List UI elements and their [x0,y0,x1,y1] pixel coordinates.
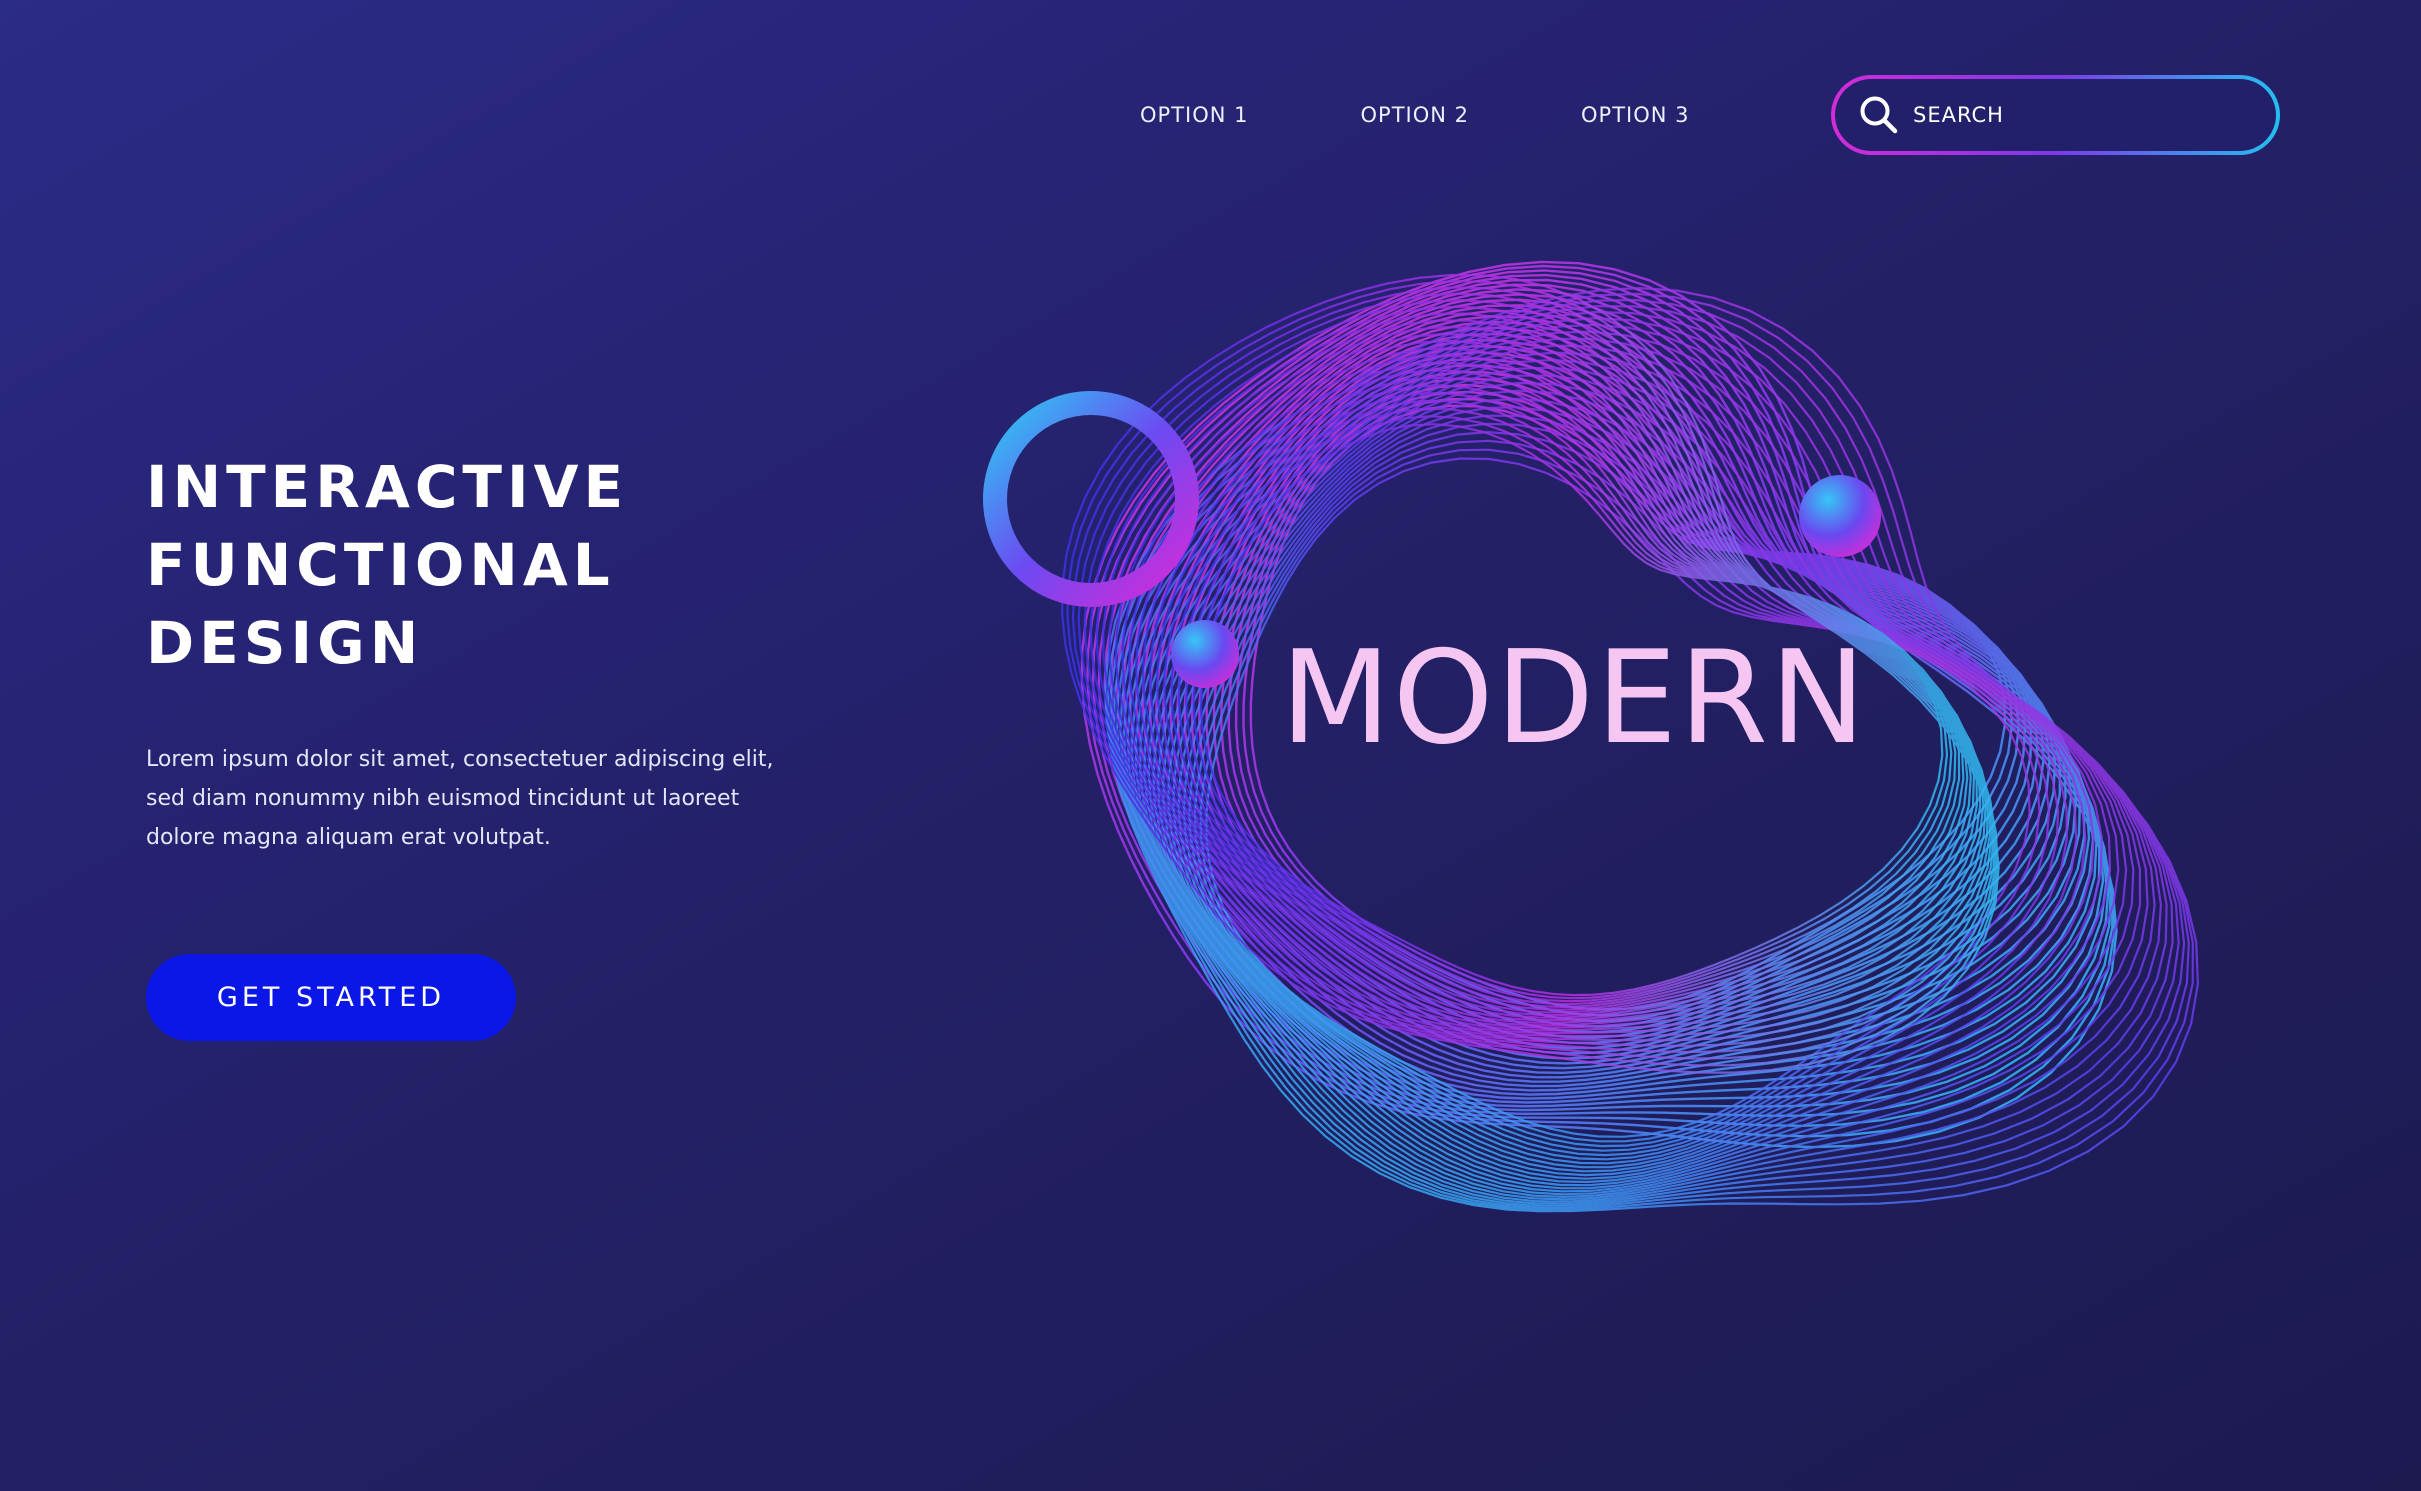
gradient-ball-small [1171,620,1239,688]
hero-description: Lorem ipsum dolor sit amet, consectetuer… [146,747,774,850]
search-icon[interactable] [1857,93,1901,137]
top-nav: OPTION 1 OPTION 2 OPTION 3 [1140,75,1690,155]
hero-title-line-1: INTERACTIVE [146,453,629,521]
nav-option-3[interactable]: OPTION 3 [1581,75,1690,155]
hero-title-line-3: DESIGN [146,609,424,677]
hero-title: INTERACTIVE FUNCTIONAL DESIGN [146,448,628,682]
landing-page: MODERN OPTION 1 OPTION 2 OPTION 3 INTERA… [0,0,2421,1491]
search-box[interactable] [1831,75,2280,155]
gradient-ball-right [1799,475,1881,557]
nav-option-2[interactable]: OPTION 2 [1361,75,1470,155]
search-input[interactable] [1911,102,2235,128]
get-started-button[interactable]: GET STARTED [146,954,516,1041]
nav-option-1[interactable]: OPTION 1 [1140,75,1249,155]
search-box-inner [1835,79,2276,151]
modern-word: MODERN [1280,624,1867,773]
hero-title-line-2: FUNCTIONAL [146,531,615,599]
